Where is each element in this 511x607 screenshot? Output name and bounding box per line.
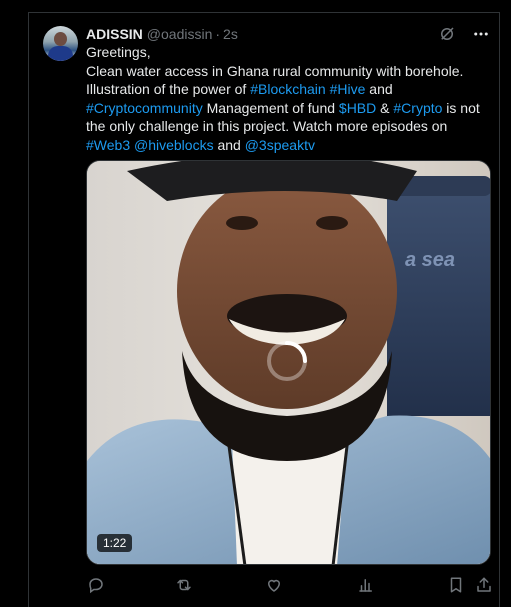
loading-spinner-icon bbox=[267, 341, 307, 381]
tweet-text-line: Greetings, bbox=[86, 44, 151, 60]
bookmark-icon[interactable] bbox=[446, 575, 466, 595]
hashtag-blockchain[interactable]: #Blockchain bbox=[250, 81, 326, 97]
tweet-text-body: Clean water access in Ghana rural commun… bbox=[86, 62, 486, 155]
avatar[interactable] bbox=[43, 26, 78, 61]
header-actions bbox=[437, 24, 491, 44]
cashtag-hbd[interactable]: $HBD bbox=[339, 100, 376, 116]
video-duration-badge: 1:22 bbox=[97, 534, 133, 552]
retweet-icon[interactable] bbox=[174, 575, 194, 595]
hashtag-hive[interactable]: #Hive bbox=[330, 81, 366, 97]
hashtag-cryptocommunity[interactable]: #Cryptocommunity bbox=[86, 100, 203, 116]
tweet-text-segment: & bbox=[376, 99, 394, 116]
video-player[interactable]: a sea 1:22 bbox=[86, 160, 491, 565]
avatar-body bbox=[48, 46, 73, 61]
like-icon[interactable] bbox=[264, 575, 284, 595]
tweet-text-segment: and bbox=[365, 81, 393, 97]
tweet-action-bar bbox=[86, 575, 496, 595]
more-icon[interactable] bbox=[471, 24, 491, 44]
tweet-text-segment: Management of fund bbox=[202, 99, 339, 116]
mention-hiveblocks[interactable]: @hiveblocks bbox=[134, 137, 214, 153]
mention-3speaktv[interactable]: @3speaktv bbox=[245, 137, 315, 153]
tweet-text-segment: and bbox=[213, 136, 245, 153]
tweet-text: Greetings, Clean water access in Ghana r… bbox=[86, 43, 486, 154]
views-icon[interactable] bbox=[356, 575, 376, 595]
hashtag-crypto[interactable]: #Crypto bbox=[393, 100, 442, 116]
header-separator: · bbox=[215, 26, 221, 42]
avatar-head bbox=[54, 32, 67, 46]
reply-icon[interactable] bbox=[86, 575, 106, 595]
hashtag-web3[interactable]: #Web3 bbox=[86, 137, 130, 153]
chair-logo-text: a sea bbox=[405, 249, 455, 271]
author-name[interactable]: ADISSIN bbox=[86, 26, 143, 42]
tweet-timestamp[interactable]: 2s bbox=[223, 26, 238, 42]
grok-icon[interactable] bbox=[437, 24, 457, 44]
share-icon[interactable] bbox=[474, 575, 494, 595]
author-handle[interactable]: @oadissin bbox=[147, 26, 213, 42]
tweet-header: ADISSIN @oadissin · 2s bbox=[86, 25, 238, 43]
